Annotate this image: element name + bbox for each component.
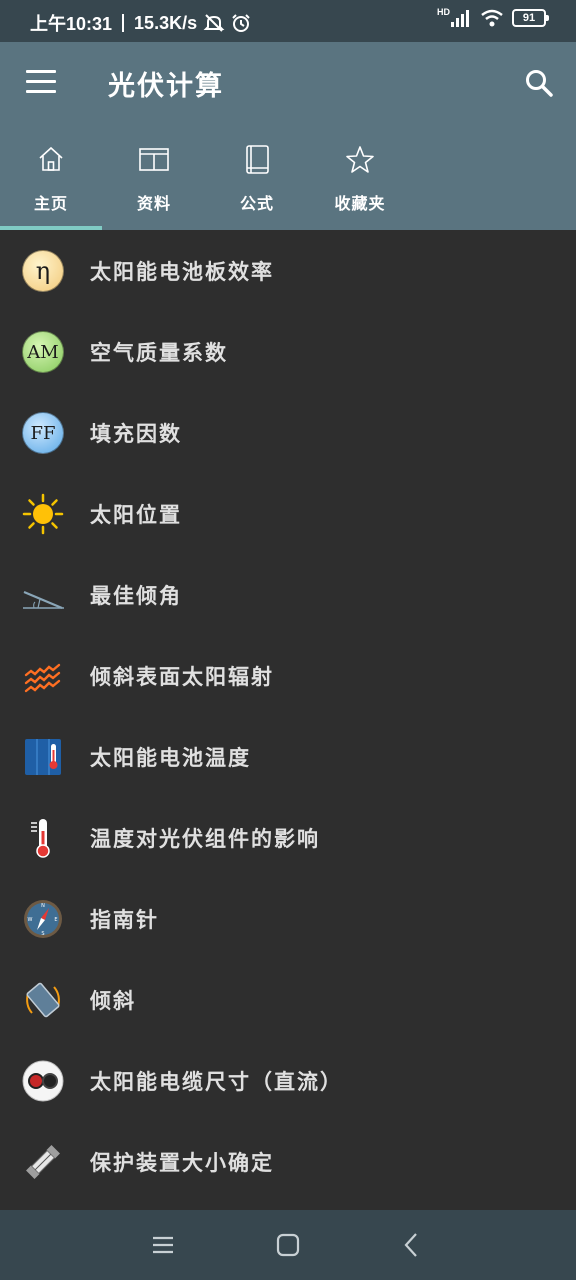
table-icon [139,148,169,171]
list-item-label: 倾斜表面太阳辐射 [90,665,274,689]
home-icon [39,146,63,171]
eta-icon-text: η [35,257,51,285]
status-speed: 15.3K/s [134,12,198,33]
battery-level: 91 [522,12,536,24]
list-item-compass[interactable]: N S W E 指南针 [0,878,576,958]
tab-bar: 主页 资料 公式 收藏夹 [0,132,576,230]
air-mass-icon: AM [22,331,64,373]
list-item-inclination[interactable]: 倾斜 [0,959,576,1039]
sun-icon [22,493,64,535]
tab-data-label: 资料 [136,194,171,213]
list-item-fill-factor[interactable]: FF 填充因数 [0,392,576,472]
list-item-label: 保护装置大小确定 [90,1151,274,1175]
tab-formula-label: 公式 [239,194,274,213]
home-button-icon[interactable] [273,1230,303,1260]
svg-text:N: N [41,903,45,909]
radiation-icon [24,663,61,693]
list-item-air-mass[interactable]: AM 空气质量系数 [0,311,576,391]
list-item-label: 指南针 [90,908,159,932]
tab-favorites-label: 收藏夹 [334,194,386,213]
list-item-tilted-radiation[interactable]: 倾斜表面太阳辐射 [0,635,576,715]
list-item-label: 太阳能电池温度 [90,746,251,770]
status-separator [122,14,125,32]
svg-text:S: S [41,931,44,937]
list-item-label: 太阳位置 [90,503,182,527]
list-item-optimal-tilt[interactable]: 最佳倾角 [0,554,576,634]
page-title: 光伏计算 [108,71,224,102]
list-item-label: 最佳倾角 [90,584,182,608]
status-time: 上午10:31 [30,14,113,34]
hd-badge: HD [437,7,450,17]
compass-icon: N S W E [24,900,62,938]
list-item-label: 温度对光伏组件的影响 [90,827,320,851]
tab-favorites[interactable]: 收藏夹 [309,132,411,230]
battery-indicator: 91 [512,9,549,27]
alarm-icon [232,14,250,32]
eta-icon: η [22,250,64,292]
tab-home-label: 主页 [33,194,68,213]
back-icon[interactable] [397,1230,427,1260]
svg-text:E: E [54,917,57,923]
list-item-temperature-effect[interactable]: 温度对光伏组件的影响 [0,797,576,877]
list-item-cable-size[interactable]: 太阳能电缆尺寸（直流） [0,1040,576,1120]
mute-icon [203,14,225,32]
list-item-label: 空气质量系数 [90,341,228,365]
signal-icon [451,10,469,27]
fill-factor-icon-text: FF [30,422,56,444]
system-nav-bar [0,1210,576,1280]
list-item-cell-temperature[interactable]: 太阳能电池温度 [0,716,576,796]
panel-thermometer-icon [25,739,61,775]
cable-icon [22,1060,64,1102]
list-item-label: 太阳能电缆尺寸（直流） [90,1070,343,1094]
book-icon [246,145,269,174]
tilt-angle-icon [23,590,64,610]
list-item-protection-sizing[interactable]: 保护装置大小确定 [0,1121,576,1201]
tab-data[interactable]: 资料 [103,132,205,230]
hamburger-menu-icon[interactable] [26,70,56,94]
search-icon[interactable] [524,68,554,98]
air-mass-icon-text: AM [27,341,59,363]
status-bar: 上午10:31 15.3K/s HD 91 [0,0,576,42]
wifi-icon [481,9,503,27]
fill-factor-icon: FF [22,412,64,454]
tab-formula[interactable]: 公式 [206,132,308,230]
list-item-label: 填充因数 [90,422,182,446]
recent-apps-icon[interactable] [148,1230,178,1260]
app-bar: 光伏计算 主页 资料 公式 收藏夹 [0,42,576,230]
inclination-icon [26,982,60,1018]
star-icon [346,146,374,173]
tab-home[interactable]: 主页 [0,132,102,230]
list-item-label: 太阳能电池板效率 [90,260,274,284]
svg-text:W: W [28,917,33,923]
list-item-label: 倾斜 [90,989,136,1013]
fuse-icon [26,1145,60,1179]
calculator-list: η 太阳能电池板效率 AM 空气质量系数 FF 填充因数 太阳位置 最佳倾角 倾… [0,230,576,1210]
list-item-panel-efficiency[interactable]: η 太阳能电池板效率 [0,230,576,310]
list-item-sun-position[interactable]: 太阳位置 [0,473,576,553]
thermometer-icon [31,819,50,858]
